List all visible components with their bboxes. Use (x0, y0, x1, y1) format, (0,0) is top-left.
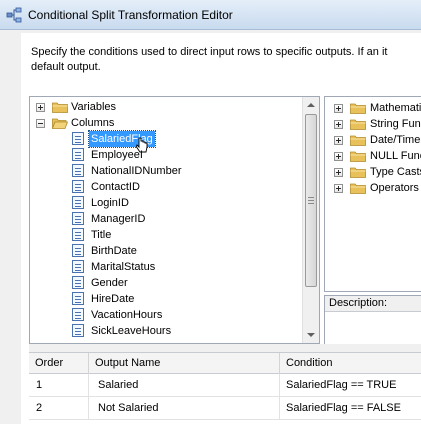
column-icon (72, 260, 84, 273)
expand-icon[interactable] (334, 184, 343, 193)
function-category[interactable]: String Func (325, 116, 421, 132)
column-icon (72, 132, 84, 145)
tree-node-column[interactable]: MaritalStatus (30, 259, 300, 275)
description-panel: Description: (324, 295, 421, 345)
cell-condition[interactable]: SalariedFlag == FALSE (280, 397, 421, 420)
function-category[interactable]: Date/Time (325, 132, 421, 148)
window-title: Conditional Split Transformation Editor (28, 8, 233, 22)
tree-node-column[interactable]: LoginID (30, 195, 300, 211)
cell-output-name[interactable]: Not Salaried (89, 397, 280, 420)
column-icon (72, 308, 84, 321)
tree-scrollbar[interactable] (302, 97, 319, 343)
column-label: LoginID (91, 197, 129, 209)
column-icon (72, 292, 84, 305)
instructions-line-1: Specify the conditions used to direct in… (31, 46, 388, 58)
tree-node-columns[interactable]: Columns (30, 115, 300, 131)
expand-icon[interactable] (36, 103, 45, 112)
tree-label-columns: Columns (71, 117, 115, 129)
expand-icon[interactable] (334, 152, 343, 161)
column-icon (72, 324, 84, 337)
cell-condition[interactable]: SalariedFlag == TRUE (280, 374, 421, 397)
column-label: VacationHours (91, 309, 163, 321)
table-row[interactable]: 2 Not Salaried SalariedFlag == FALSE (29, 397, 421, 420)
folder-icon (350, 167, 366, 178)
header-order[interactable]: Order (29, 353, 89, 374)
cell-output-name[interactable]: Salaried (89, 374, 280, 397)
column-label: SickLeaveHours (91, 325, 172, 337)
conditional-split-icon (6, 7, 22, 23)
column-icon (72, 180, 84, 193)
column-label: NationalIDNumber (91, 165, 182, 177)
folder-icon (350, 183, 366, 194)
column-label: MaritalStatus (91, 261, 156, 273)
expand-icon[interactable] (334, 104, 343, 113)
function-category-label: String Func (370, 118, 421, 130)
column-icon (72, 196, 84, 209)
tree-node-column[interactable]: HireDate (30, 291, 300, 307)
column-icon (72, 276, 84, 289)
column-label: ManagerID (91, 213, 146, 225)
tree-node-column[interactable]: VacationHours (30, 307, 300, 323)
tree-node-column[interactable]: Gender (30, 275, 300, 291)
cell-order[interactable]: 1 (29, 374, 89, 397)
tree-node-column[interactable]: EmployeeI (30, 147, 300, 163)
column-icon (72, 228, 84, 241)
function-category[interactable]: NULL Func (325, 148, 421, 164)
function-category-label: Mathematic (370, 102, 421, 114)
instructions-text: Specify the conditions used to direct in… (31, 45, 421, 75)
tree-label-variables: Variables (71, 101, 117, 113)
table-row[interactable]: 1 Salaried SalariedFlag == TRUE (29, 374, 421, 397)
function-category-label: Type Casts (370, 166, 421, 178)
folder-open-icon (52, 118, 68, 129)
expand-icon[interactable] (334, 120, 343, 129)
scroll-down-icon[interactable] (307, 333, 315, 337)
folder-icon (350, 151, 366, 162)
title-bar: Conditional Split Transformation Editor (0, 0, 421, 30)
folder-icon (350, 119, 366, 130)
folder-icon (350, 103, 366, 114)
column-label: BirthDate (91, 245, 137, 257)
tree-node-column[interactable]: SickLeaveHours (30, 323, 300, 339)
scroll-thumb[interactable] (305, 114, 317, 287)
description-label: Description: (325, 296, 421, 312)
cell-order[interactable]: 2 (29, 397, 89, 420)
header-output-name[interactable]: Output Name (89, 353, 280, 374)
grid-header: Order Output Name Condition (29, 353, 421, 374)
function-category[interactable]: Mathematic (325, 100, 421, 116)
function-category[interactable]: Type Casts (325, 164, 421, 180)
folder-icon (52, 102, 68, 113)
column-label: Title (91, 229, 112, 241)
tree-node-column[interactable]: ContactID (30, 179, 300, 195)
tree-node-column[interactable]: BirthDate (30, 243, 300, 259)
tree-node-variables[interactable]: Variables (30, 99, 300, 115)
column-icon (72, 164, 84, 177)
expand-icon[interactable] (334, 136, 343, 145)
column-label: EmployeeI (91, 149, 143, 161)
function-category-label: NULL Func (370, 150, 421, 162)
header-condition[interactable]: Condition (280, 353, 421, 374)
functions-tree[interactable]: Mathematic String Func Date/Time NULL Func T… (324, 96, 421, 292)
expand-icon[interactable] (334, 168, 343, 177)
function-category[interactable]: Operators (325, 180, 421, 196)
column-icon (72, 148, 84, 161)
column-icon (72, 244, 84, 257)
function-category-label: Date/Time (370, 134, 421, 146)
folder-icon (350, 135, 366, 146)
tree-node-column[interactable]: NationalIDNumber (30, 163, 300, 179)
splitter[interactable] (29, 344, 421, 352)
collapse-icon[interactable] (36, 119, 45, 128)
function-category-label: Operators (370, 182, 419, 194)
tree-node-column[interactable]: Title (30, 227, 300, 243)
columns-tree[interactable]: Variables Columns SalariedFlag EmployeeI N… (29, 96, 320, 344)
column-label: Gender (91, 277, 128, 289)
scroll-up-icon[interactable] (307, 103, 315, 107)
tree-node-column[interactable]: SalariedFlag (30, 130, 300, 153)
tree-node-column[interactable]: ManagerID (30, 211, 300, 227)
column-icon (72, 212, 84, 225)
instructions-line-2: default output. (31, 61, 101, 73)
conditions-grid[interactable]: Order Output Name Condition 1 Salaried Sal… (29, 352, 421, 424)
column-label: HireDate (91, 293, 135, 305)
column-label: ContactID (91, 181, 140, 193)
